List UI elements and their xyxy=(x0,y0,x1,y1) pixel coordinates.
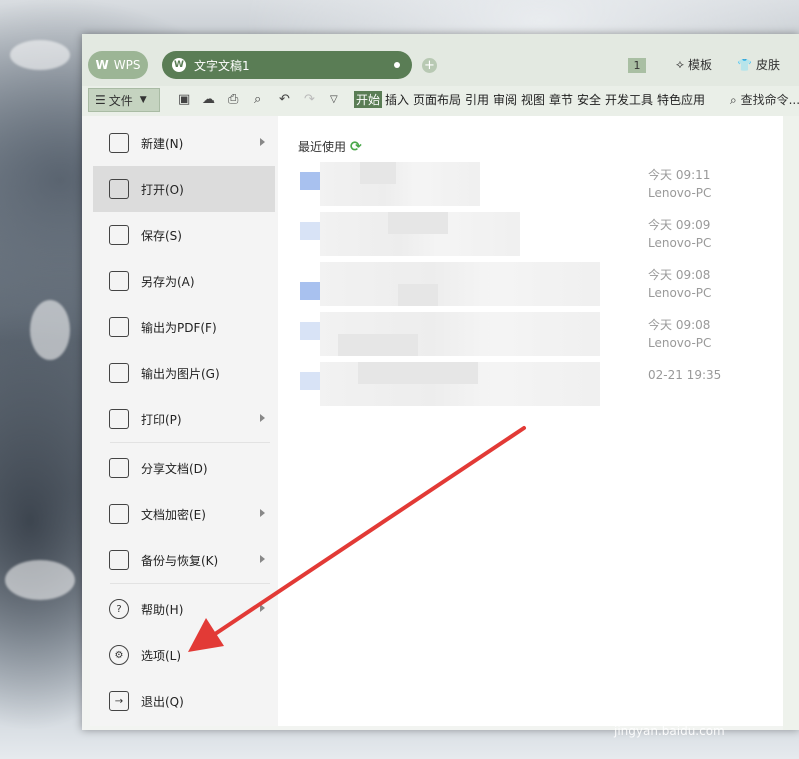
baidu-watermark: Baidu经验 xyxy=(602,673,748,706)
baidu-watermark-url: jingyan.baidu.com xyxy=(614,724,725,738)
annotation-arrow xyxy=(188,426,526,652)
